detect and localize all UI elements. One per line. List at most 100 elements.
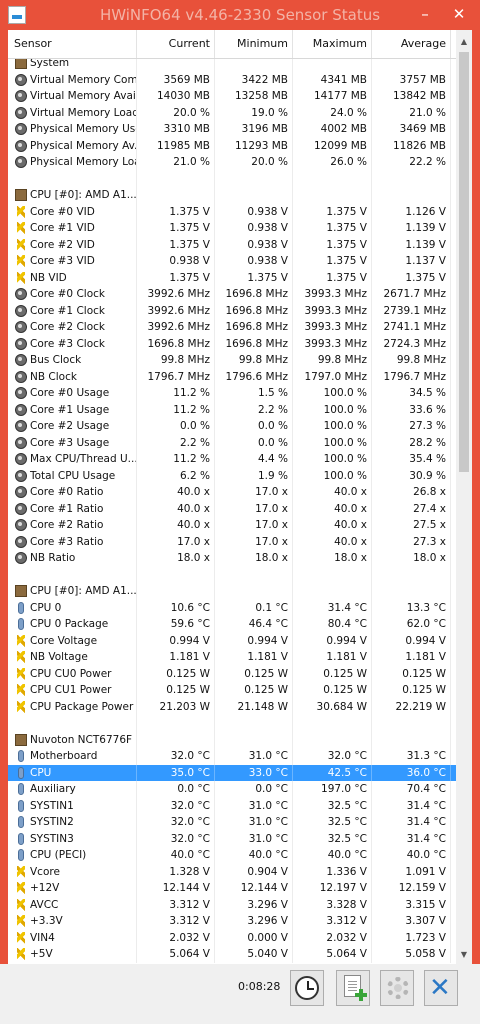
sensor-row[interactable]: NB Clock 1796.7 MHz 1796.6 MHz 1797.0 MHz 17… <box>8 368 456 385</box>
sensor-row[interactable]: +12V 12.144 V 12.144 V 12.197 V 12.159 V <box>8 880 456 897</box>
average-value: 1.181 V <box>372 649 451 666</box>
sensor-row[interactable]: Core #1 Clock 3992.6 MHz 1696.8 MHz 3993.3 … <box>8 302 456 319</box>
average-value: 13842 MB <box>372 88 451 105</box>
sensor-row[interactable]: NB Voltage 1.181 V 1.181 V 1.181 V 1.181 V <box>8 649 456 666</box>
plus-icon <box>355 989 367 1001</box>
sensor-row[interactable]: +5V 5.064 V 5.040 V 5.064 V 5.058 V <box>8 946 456 963</box>
sensor-row[interactable]: Core #1 VID 1.375 V 0.938 V 1.375 V 1.139 V <box>8 220 456 237</box>
scroll-up-arrow-icon[interactable]: ▲ <box>456 34 472 50</box>
sensor-row[interactable]: NB Ratio 18.0 x 18.0 x 18.0 x 18.0 x <box>8 550 456 567</box>
current-value: 3992.6 MHz <box>137 302 215 319</box>
sensor-row[interactable]: Core #0 VID 1.375 V 0.938 V 1.375 V 1.126 V <box>8 203 456 220</box>
sensor-row[interactable]: CPU CU0 Power 0.125 W 0.125 W 0.125 W 0.125 … <box>8 665 456 682</box>
sensor-row[interactable]: CPU Package Power 21.203 W 21.148 W 30.684 … <box>8 698 456 715</box>
maximum-value: 4002 MB <box>293 121 372 138</box>
current-value: 3.312 V <box>137 896 215 913</box>
sensor-row[interactable]: Bus Clock 99.8 MHz 99.8 MHz 99.8 MHz 99.8 MH… <box>8 352 456 369</box>
sensor-row[interactable]: Physical Memory Used 3310 MB 3196 MB 4002 M… <box>8 121 456 138</box>
column-header-maximum[interactable]: Maximum <box>293 30 372 58</box>
sensor-row[interactable]: CPU 0 10.6 °C 0.1 °C 31.4 °C 13.3 °C <box>8 599 456 616</box>
logging-button[interactable] <box>336 970 370 1006</box>
average-value: 31.3 °C <box>372 748 451 765</box>
title-bar[interactable]: HWiNFO64 v4.46-2330 Sensor Status – ✕ <box>0 0 480 30</box>
sensor-row[interactable]: Core #2 Clock 3992.6 MHz 1696.8 MHz 3993.3 … <box>8 319 456 336</box>
sensor-row[interactable]: Physical Memory Av... 11985 MB 11293 MB 120… <box>8 137 456 154</box>
sensor-row[interactable]: Auxiliary 0.0 °C 0.0 °C 197.0 °C 70.4 °C <box>8 781 456 798</box>
sensor-row[interactable]: Core #2 Usage 0.0 % 0.0 % 100.0 % 27.3 % <box>8 418 456 435</box>
column-header-sensor[interactable]: Sensor <box>8 30 137 58</box>
settings-button[interactable] <box>380 970 414 1006</box>
minimum-value: 1.5 % <box>215 385 293 402</box>
sensor-row[interactable]: Virtual Memory Avai... 14030 MB 13258 MB 14… <box>8 88 456 105</box>
reset-timer-button[interactable] <box>290 970 324 1006</box>
sensor-row[interactable]: Core #0 Usage 11.2 % 1.5 % 100.0 % 34.5 % <box>8 385 456 402</box>
average-value: 1.137 V <box>372 253 451 270</box>
average-value: 3469 MB <box>372 121 451 138</box>
column-header-minimum[interactable]: Minimum <box>215 30 293 58</box>
minimum-value: 0.125 W <box>215 682 293 699</box>
sensor-row[interactable]: VIN4 2.032 V 0.000 V 2.032 V 1.723 V <box>8 929 456 946</box>
sensor-row[interactable]: AVCC 3.312 V 3.296 V 3.328 V 3.315 V <box>8 896 456 913</box>
maximum-value: 0.125 W <box>293 682 372 699</box>
sensor-row[interactable]: SYSTIN3 32.0 °C 31.0 °C 32.5 °C 31.4 °C <box>8 830 456 847</box>
sensor-row[interactable]: Core #0 Clock 3992.6 MHz 1696.8 MHz 3993.3 … <box>8 286 456 303</box>
vertical-scrollbar[interactable]: ▲ ▼ <box>456 30 472 964</box>
average-value: 21.0 % <box>372 104 451 121</box>
sensor-name: Core #0 Clock <box>8 286 137 303</box>
sensor-row[interactable]: Max CPU/Thread U... 11.2 % 4.4 % 100.0 % 35.… <box>8 451 456 468</box>
current-value: 0.125 W <box>137 682 215 699</box>
current-value: 1.375 V <box>137 203 215 220</box>
current-value: 0.125 W <box>137 665 215 682</box>
sensor-row[interactable]: Core #1 Ratio 40.0 x 17.0 x 40.0 x 27.4 x <box>8 500 456 517</box>
sensor-group-row[interactable]: CPU [#0]: AMD A1... <box>8 583 456 600</box>
sensor-group-row[interactable]: CPU [#0]: AMD A1... <box>8 187 456 204</box>
average-value: 3757 MB <box>372 71 451 88</box>
current-value: 11.2 % <box>137 451 215 468</box>
column-header-average[interactable]: Average <box>372 30 451 58</box>
sensor-name: Max CPU/Thread U... <box>8 451 137 468</box>
sensor-row[interactable]: Core #3 Usage 2.2 % 0.0 % 100.0 % 28.2 % <box>8 434 456 451</box>
maximum-value: 40.0 x <box>293 533 372 550</box>
sensor-row[interactable]: Total CPU Usage 6.2 % 1.9 % 100.0 % 30.9 % <box>8 467 456 484</box>
current-value: 0.938 V <box>137 253 215 270</box>
sensor-row[interactable]: CPU 0 Package 59.6 °C 46.4 °C 80.4 °C 62.0 °… <box>8 616 456 633</box>
sensor-row[interactable]: NB VID 1.375 V 1.375 V 1.375 V 1.375 V <box>8 269 456 286</box>
sensor-row[interactable]: Core #3 VID 0.938 V 0.938 V 1.375 V 1.137 V <box>8 253 456 270</box>
sensor-name: Core #1 Usage <box>8 401 137 418</box>
sensor-row[interactable]: Motherboard 32.0 °C 31.0 °C 32.0 °C 31.3 °C <box>8 748 456 765</box>
scrollbar-thumb[interactable] <box>459 52 469 472</box>
minimum-value: 0.904 V <box>215 863 293 880</box>
sensor-group-row[interactable]: Nuvoton NCT6776F <box>8 731 456 748</box>
sensor-row[interactable]: Vcore 1.328 V 0.904 V 1.336 V 1.091 V <box>8 863 456 880</box>
minimum-value <box>215 715 293 732</box>
sensor-row[interactable]: CPU CU1 Power 0.125 W 0.125 W 0.125 W 0.125 … <box>8 682 456 699</box>
close-button[interactable]: ✕ <box>424 970 458 1006</box>
sensor-row[interactable]: SYSTIN2 32.0 °C 31.0 °C 32.5 °C 31.4 °C <box>8 814 456 831</box>
sensor-row[interactable]: Core #0 Ratio 40.0 x 17.0 x 40.0 x 26.8 x <box>8 484 456 501</box>
scroll-down-arrow-icon[interactable]: ▼ <box>456 947 472 963</box>
sensor-row[interactable]: Core #2 Ratio 40.0 x 17.0 x 40.0 x 27.5 x <box>8 517 456 534</box>
column-header-current[interactable]: Current <box>137 30 215 58</box>
sensor-row[interactable]: Virtual Memory Load 20.0 % 19.0 % 24.0 % 21.… <box>8 104 456 121</box>
sensor-row[interactable]: Core #3 Ratio 17.0 x 17.0 x 40.0 x 27.3 x <box>8 533 456 550</box>
sensor-row[interactable]: +3.3V 3.312 V 3.296 V 3.312 V 3.307 V <box>8 913 456 930</box>
sensor-row[interactable]: Virtual Memory Com... 3569 MB 3422 MB 4341 … <box>8 71 456 88</box>
sensor-row[interactable]: Core Voltage 0.994 V 0.994 V 0.994 V 0.994 V <box>8 632 456 649</box>
sensor-row[interactable]: Core #2 VID 1.375 V 0.938 V 1.375 V 1.139 V <box>8 236 456 253</box>
maximum-value: 1.375 V <box>293 220 372 237</box>
sensor-row[interactable]: CPU 35.0 °C 33.0 °C 42.5 °C 36.0 °C <box>8 764 456 781</box>
sensor-row[interactable]: CPU (PECI) 40.0 °C 40.0 °C 40.0 °C 40.0 °C <box>8 847 456 864</box>
sensor-name: SYSTIN2 <box>8 814 137 831</box>
current-value: 2.032 V <box>137 929 215 946</box>
gear-icon <box>387 977 409 999</box>
sensor-row[interactable]: Core #1 Usage 11.2 % 2.2 % 100.0 % 33.6 % <box>8 401 456 418</box>
sensor-row[interactable]: Physical Memory Load 21.0 % 20.0 % 26.0 % 22… <box>8 154 456 171</box>
sensor-row[interactable]: Core #3 Clock 1696.8 MHz 1696.8 MHz 3993.3 … <box>8 335 456 352</box>
average-value: 13.3 °C <box>372 599 451 616</box>
close-window-button[interactable]: ✕ <box>444 2 474 26</box>
current-value <box>137 187 215 204</box>
minimize-button[interactable]: – <box>410 2 440 26</box>
minimum-value: 1.375 V <box>215 269 293 286</box>
minimum-value: 33.0 °C <box>215 764 293 781</box>
sensor-row[interactable]: SYSTIN1 32.0 °C 31.0 °C 32.5 °C 31.4 °C <box>8 797 456 814</box>
